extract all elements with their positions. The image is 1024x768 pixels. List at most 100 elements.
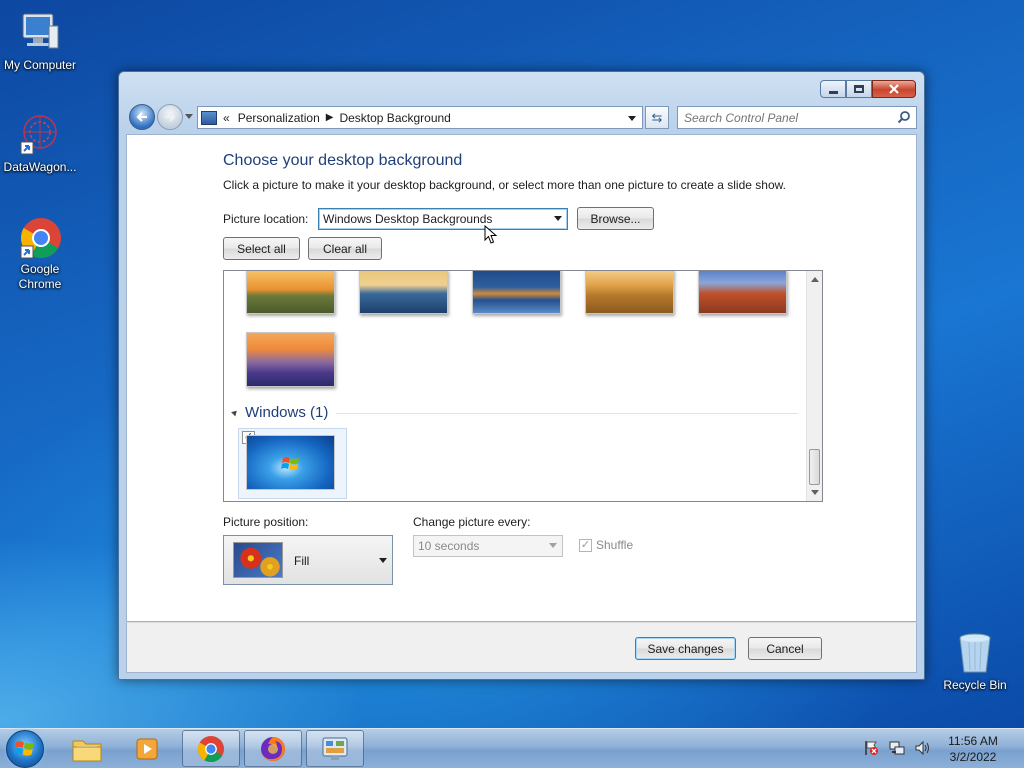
minimize-button[interactable] — [820, 80, 846, 98]
change-picture-value: 10 seconds — [418, 539, 480, 553]
chrome-icon — [197, 735, 225, 762]
picture-location-value: Windows Desktop Backgrounds — [323, 212, 493, 226]
folder-icon — [72, 740, 102, 761]
group-header-windows[interactable]: Windows (1) — [231, 404, 329, 421]
navigation-bar: « Personalization ▶ Desktop Background ⇆ — [127, 104, 917, 130]
arrow-left-icon — [136, 112, 147, 122]
page-subtitle: Click a picture to make it your desktop … — [223, 178, 786, 192]
windows-flag-icon — [281, 457, 299, 470]
picture-position-label: Picture position: — [223, 515, 309, 529]
forward-button[interactable] — [157, 104, 183, 130]
breadcrumb-separator-icon[interactable]: ▶ — [326, 112, 334, 123]
arrow-right-icon — [165, 112, 176, 122]
gallery-scrollbar[interactable] — [806, 271, 822, 501]
desktop-icon-my-computer[interactable]: My Computer — [0, 10, 80, 73]
taskbar-media-player[interactable] — [118, 730, 176, 767]
chevron-down-icon — [554, 216, 562, 221]
clock-time: 11:56 AM — [948, 734, 998, 748]
minimize-icon — [828, 90, 838, 94]
breadcrumb-item-desktop-background[interactable]: Desktop Background — [339, 111, 450, 125]
picture-position-preview — [233, 542, 283, 578]
maximize-icon — [854, 85, 864, 93]
group-title: Windows (1) — [245, 404, 329, 421]
desktop-icon-google-chrome[interactable]: Google Chrome — [0, 214, 80, 292]
content-pane: Choose your desktop background Click a p… — [126, 134, 917, 622]
group-divider — [336, 413, 798, 414]
shuffle-label: Shuffle — [596, 538, 634, 552]
recent-pages-dropdown[interactable] — [185, 114, 193, 119]
network-icon[interactable] — [888, 739, 906, 757]
back-button[interactable] — [129, 104, 155, 130]
action-center-flag-icon[interactable] — [862, 739, 880, 757]
desktop-icon-label: DataWagon... — [3, 160, 77, 174]
address-bar[interactable]: « Personalization ▶ Desktop Background — [197, 106, 643, 129]
control-panel-icon — [322, 737, 348, 760]
search-icon[interactable] — [897, 110, 911, 124]
media-player-icon — [136, 738, 158, 759]
save-changes-button[interactable]: Save changes — [635, 637, 736, 660]
close-button[interactable] — [872, 80, 916, 98]
scrollbar-thumb[interactable] — [809, 449, 820, 485]
desktop: My Computer DataWagon... Google Chrome R… — [0, 0, 1024, 728]
scroll-up-icon[interactable] — [811, 277, 819, 282]
thumbnail-lupines[interactable] — [246, 332, 335, 387]
recycle-bin-icon — [952, 630, 998, 676]
thumbnail-sunset-field[interactable] — [246, 271, 335, 314]
desktop-icon-datawagon[interactable]: DataWagon... — [0, 112, 80, 175]
picture-position-select[interactable]: Fill — [223, 535, 393, 585]
windows-logo-wallpaper — [246, 435, 335, 490]
clock[interactable]: 11:56 AM 3/2/2022 — [928, 733, 1018, 765]
clear-all-button[interactable]: Clear all — [308, 237, 382, 260]
page-title: Choose your desktop background — [223, 152, 463, 169]
taskbar-chrome[interactable] — [182, 730, 240, 767]
picture-location-label: Picture location: — [223, 212, 309, 226]
picture-position-value: Fill — [294, 554, 310, 568]
clock-date: 3/2/2022 — [949, 750, 997, 764]
thumbnail-windows-7[interactable]: ✓ — [238, 428, 347, 499]
chevron-down-icon — [379, 558, 387, 563]
breadcrumb-overflow[interactable]: « — [223, 111, 230, 125]
mouse-cursor-icon — [484, 225, 498, 244]
refresh-icon: ⇆ — [651, 109, 663, 125]
desktop-background-window: « Personalization ▶ Desktop Background ⇆… — [118, 71, 925, 680]
shuffle-checkbox[interactable]: ✓ — [579, 538, 592, 552]
browse-button[interactable]: Browse... — [577, 207, 654, 230]
taskbar-firefox[interactable] — [244, 730, 302, 767]
select-all-button[interactable]: Select all — [223, 237, 300, 260]
refresh-button[interactable]: ⇆ — [645, 106, 669, 129]
taskbar-explorer[interactable] — [58, 730, 116, 767]
chevron-down-icon — [549, 543, 557, 548]
thumbnail-hay-bale[interactable] — [585, 271, 674, 314]
thumbnail-rock-lake[interactable] — [472, 271, 561, 314]
desktop-icon-label: Google Chrome — [18, 262, 62, 291]
maximize-button[interactable] — [846, 80, 872, 98]
desktop-icon-recycle-bin[interactable]: Recycle Bin — [935, 630, 1015, 693]
thumbnail-arch[interactable] — [698, 271, 787, 314]
change-picture-label: Change picture every: — [413, 515, 531, 529]
taskbar-control-panel[interactable] — [306, 730, 364, 767]
address-dropdown[interactable] — [628, 116, 636, 121]
picture-location-select[interactable]: Windows Desktop Backgrounds — [318, 208, 568, 230]
taskbar: 11:56 AM 3/2/2022 — [0, 728, 1024, 768]
close-icon — [889, 84, 899, 94]
shuffle-option[interactable]: ✓ Shuffle — [579, 538, 633, 552]
change-picture-interval-select[interactable]: 10 seconds — [413, 535, 563, 557]
desktop-icon-label: Recycle Bin — [943, 678, 1007, 692]
control-panel-icon — [201, 110, 217, 125]
datawagon-icon — [17, 112, 63, 158]
search-input[interactable] — [678, 107, 888, 128]
chrome-icon — [17, 214, 63, 260]
firefox-icon — [261, 736, 285, 761]
scroll-down-icon[interactable] — [811, 490, 819, 495]
breadcrumb-item-personalization[interactable]: Personalization — [238, 111, 320, 125]
cancel-button[interactable]: Cancel — [748, 637, 822, 660]
start-button[interactable] — [6, 730, 44, 768]
thumbnail-lighthouse[interactable] — [359, 271, 448, 314]
desktop-icon-label: My Computer — [3, 58, 77, 72]
system-tray — [862, 739, 932, 757]
dialog-footer: Save changes Cancel — [126, 622, 917, 673]
windows-logo-icon — [14, 741, 34, 756]
computer-icon — [17, 10, 63, 56]
picture-gallery: Windows (1) ✓ — [223, 270, 823, 502]
search-box — [677, 106, 917, 129]
